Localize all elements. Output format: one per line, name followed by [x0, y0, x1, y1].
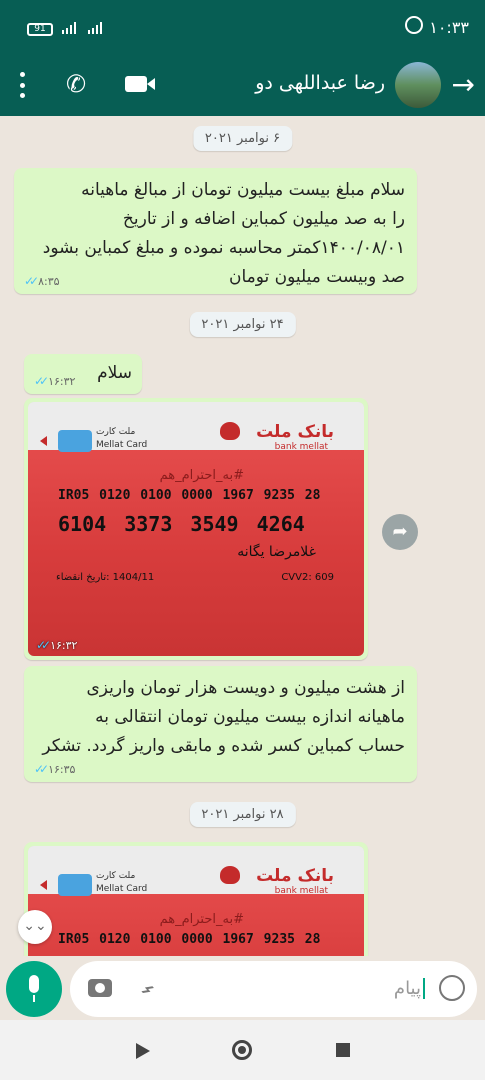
camera-icon[interactable]	[88, 979, 112, 997]
arrow-back-icon[interactable]: →	[452, 70, 475, 100]
signal-icon-2	[88, 22, 102, 34]
status-bar: 91 ۱۰:۳۳	[0, 0, 485, 58]
message-time: ۱۶:۳۵	[48, 762, 76, 776]
bank-name: بانک ملت	[256, 866, 334, 886]
message-meta: ✓✓ ۸:۳۵	[24, 274, 60, 288]
double-check-icon: ✓✓	[24, 274, 39, 288]
avatar[interactable]	[395, 62, 441, 108]
card-logo-icon	[58, 874, 92, 896]
chat-header: → رضا عبداللهی دو ✆	[0, 58, 485, 116]
message-meta: ✓✓ ۱۶:۳۲	[34, 374, 75, 388]
card-logo-icon	[58, 430, 92, 452]
message-text: از هشت میلیون و دویست هزار تومان واریزی …	[42, 678, 405, 756]
message-meta: ✓✓ ۱۶:۳۲	[36, 638, 77, 652]
emoji-icon[interactable]	[439, 975, 465, 1001]
card-slogan: #به_احترام_هم	[159, 468, 244, 483]
home-nav-icon[interactable]	[232, 1040, 252, 1060]
contact-name[interactable]: رضا عبداللهی دو	[255, 72, 385, 94]
scroll-down-icon[interactable]: ⌄⌄	[18, 910, 52, 944]
double-check-icon: ✓✓	[34, 762, 49, 776]
message-meta: ✓✓ ۱۶:۳۵	[34, 762, 75, 776]
mic-button[interactable]	[6, 961, 62, 1017]
message-bubble[interactable]: سلام ✓✓ ۱۶:۳۲	[24, 354, 142, 394]
alarm-icon	[405, 16, 423, 34]
card-iban: IR05 0120 0100 0000 1967 9235 28	[58, 932, 321, 947]
more-vert-icon[interactable]	[20, 72, 26, 98]
date-divider: ۲۸ نوامبر ۲۰۲۱	[189, 802, 296, 827]
card-slogan: #به_احترام_هم	[159, 912, 244, 927]
message-bubble[interactable]: سلام مبلغ بیست میلیون تومان از مبالغ ماه…	[14, 168, 417, 294]
system-nav-bar	[0, 1020, 485, 1080]
double-check-icon: ✓✓	[36, 638, 51, 652]
date-divider: ۲۴ نوامبر ۲۰۲۱	[189, 312, 296, 337]
card-arrow-icon	[40, 880, 47, 890]
phone-icon[interactable]: ✆	[66, 70, 86, 98]
message-input[interactable]: ⌁ پیام	[70, 961, 477, 1017]
card-label: ملت کارت	[96, 427, 136, 437]
double-check-icon: ✓✓	[34, 374, 49, 388]
bank-name: بانک ملت	[256, 422, 334, 442]
message-text: سلام مبلغ بیست میلیون تومان از مبالغ ماه…	[42, 180, 405, 287]
mic-icon	[29, 975, 39, 993]
bank-logo-icon	[220, 866, 240, 884]
bank-logo-icon	[220, 422, 240, 440]
card-arrow-icon	[40, 436, 47, 446]
card-photo: بانک ملت bank mellat ملت کارت Mellat Car…	[28, 846, 364, 956]
card-number: 6104 3373 3549 4264	[58, 512, 305, 536]
recents-nav-icon[interactable]	[336, 1043, 350, 1057]
message-time: ۸:۳۵	[38, 274, 60, 288]
card-iban: IR05 0120 0100 0000 1967 9235 28	[58, 488, 321, 503]
signal-icon	[62, 22, 76, 34]
video-call-icon[interactable]	[125, 76, 155, 92]
image-message[interactable]: بانک ملت bank mellat ملت کارت Mellat Car…	[24, 398, 368, 660]
bank-name-en: bank mellat	[274, 442, 328, 452]
message-bubble[interactable]: از هشت میلیون و دویست هزار تومان واریزی …	[24, 666, 417, 782]
chat-area[interactable]: ۶ نوامبر ۲۰۲۱ سلام مبلغ بیست میلیون توما…	[0, 116, 485, 956]
forward-icon[interactable]: ➦	[382, 514, 418, 550]
card-label: ملت کارت	[96, 871, 136, 881]
message-time: ۱۶:۳۲	[48, 374, 76, 388]
back-nav-icon[interactable]	[136, 1043, 150, 1059]
battery-icon: 91	[27, 23, 53, 36]
bank-name-en: bank mellat	[274, 886, 328, 896]
card-holder: غلامرضا یگانه	[237, 544, 316, 560]
card-photo: بانک ملت bank mellat ملت کارت Mellat Car…	[28, 402, 364, 656]
message-time: ۱۶:۳۲	[50, 638, 78, 652]
message-placeholder: پیام	[394, 978, 425, 999]
card-label-en: Mellat Card	[96, 440, 148, 450]
card-expiry: 1404/11 :تاریخ انقضاء	[56, 572, 155, 583]
attach-icon[interactable]: ⌁	[133, 974, 162, 1005]
date-divider: ۶ نوامبر ۲۰۲۱	[192, 126, 293, 151]
image-message[interactable]: بانک ملت bank mellat ملت کارت Mellat Car…	[24, 842, 368, 956]
status-time: ۱۰:۳۳	[429, 18, 469, 37]
card-label-en: Mellat Card	[96, 884, 148, 894]
card-cvv: CVV2: 609	[281, 572, 334, 583]
